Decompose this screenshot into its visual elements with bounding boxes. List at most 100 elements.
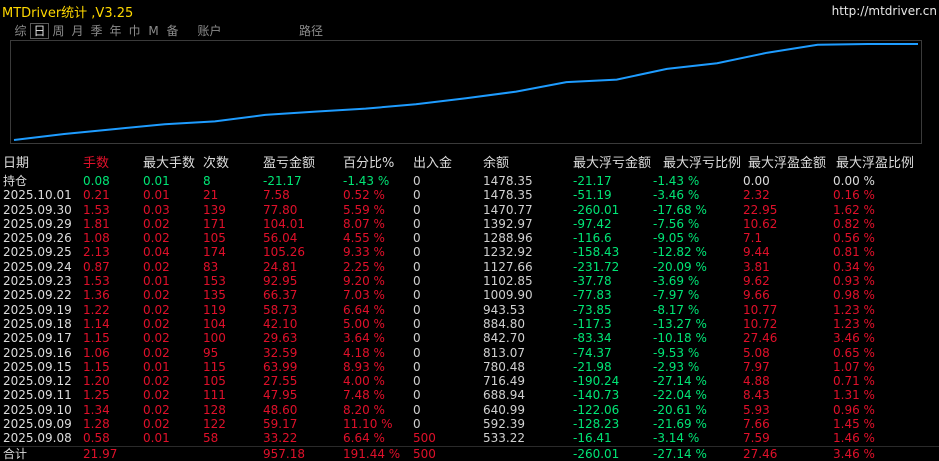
table-row[interactable]: 2025.09.10 1.34 0.02 128 48.60 8.20 % 0 640.99 -… xyxy=(0,403,939,417)
table-row[interactable]: 2025.09.12 1.20 0.02 105 27.55 4.00 % 0 716.49 -… xyxy=(0,374,939,388)
col-pl[interactable]: 盈亏金额 xyxy=(263,157,315,171)
cell-lots: 1.53 xyxy=(83,202,110,217)
daily-stats-table: 日期 手数 最大手数 次数 盈亏金额 百分比% 出入金 余额 最大浮亏金额 最大… xyxy=(0,157,939,461)
table-row[interactable]: 2025.09.23 1.53 0.01 153 92.95 9.20 % 0 1102.85… xyxy=(0,274,939,288)
col-max-float-profit[interactable]: 最大浮盈金额 xyxy=(748,157,826,171)
col-max-float-profit-pct[interactable]: 最大浮盈比例 xyxy=(836,157,914,171)
cell-date: 2025.09.19 xyxy=(3,302,72,317)
cell-fl: -21.98 xyxy=(573,359,612,374)
cell-lots: 1.25 xyxy=(83,388,110,403)
col-max-float-loss-pct[interactable]: 最大浮亏比例 xyxy=(663,157,741,171)
cell-balance: 533.22 xyxy=(483,431,525,446)
app-title: MTDriver统计 ,V3.25 xyxy=(2,6,134,21)
table-row[interactable]: 2025.09.30 1.53 0.03 139 77.80 5.59 % 0 1470.77… xyxy=(0,203,939,217)
table-row[interactable]: 2025.10.01 0.21 0.01 21 7.58 0.52 % 0 1478.35 -5… xyxy=(0,188,939,202)
cell-lots: 1.20 xyxy=(83,374,110,389)
col-balance[interactable]: 余额 xyxy=(483,157,509,171)
col-max-lots[interactable]: 最大手数 xyxy=(143,157,195,171)
col-max-float-loss[interactable]: 最大浮亏金额 xyxy=(573,157,651,171)
cell-count: 95 xyxy=(203,345,219,360)
cell-lots: 1.14 xyxy=(83,316,110,331)
table-row[interactable]: 2025.09.24 0.87 0.02 83 24.81 2.25 % 0 1127.66 -… xyxy=(0,260,939,274)
table-row[interactable]: 2025.09.18 1.14 0.02 104 42.10 5.00 % 0 884.80 -… xyxy=(0,317,939,331)
tab-path[interactable]: 路径 xyxy=(299,23,323,39)
cell-fp: 0.00 xyxy=(743,174,770,188)
tab-9[interactable]: 账户 xyxy=(188,23,231,39)
cell-fl: -83.34 xyxy=(573,331,612,346)
table-header-row: 日期 手数 最大手数 次数 盈亏金额 百分比% 出入金 余额 最大浮亏金额 最大… xyxy=(0,157,939,174)
cell-count: 105 xyxy=(203,231,226,246)
table-row[interactable]: 2025.09.09 1.28 0.02 122 59.17 11.10 % 0 592.39… xyxy=(0,417,939,431)
col-pct[interactable]: 百分比% xyxy=(343,157,394,171)
cell-flp: -17.68 % xyxy=(653,202,707,217)
cell-count: 171 xyxy=(203,216,226,231)
cell-date: 2025.09.10 xyxy=(3,402,72,417)
site-url-link[interactable]: http://mtdriver.cn xyxy=(832,4,937,18)
table-row[interactable]: 2025.09.29 1.81 0.02 171 104.01 8.07 % 0 1392.9… xyxy=(0,217,939,231)
cell-pl: 77.80 xyxy=(263,202,298,217)
tab-7[interactable]: M xyxy=(144,23,163,39)
cell-fp: 7.66 xyxy=(743,417,770,432)
cell-deposit: 0 xyxy=(413,231,421,246)
tab-6[interactable]: 巾 xyxy=(125,23,144,39)
cell-balance: 842.70 xyxy=(483,331,525,346)
col-lots[interactable]: 手数 xyxy=(83,157,109,171)
cell-fl: -97.42 xyxy=(573,216,612,231)
cell-count: 58 xyxy=(203,431,219,446)
table-row[interactable]: 持仓 0.08 0.01 8 -21.17 -1.43 % 0 1478.35 -21.17 -1… xyxy=(0,174,939,188)
table-row[interactable]: 2025.09.26 1.08 0.02 105 56.04 4.55 % 0 1288.96… xyxy=(0,231,939,245)
cell-pl: 7.58 xyxy=(263,188,290,203)
cell-count: 8 xyxy=(203,174,211,188)
cell-pct: 7.03 % xyxy=(343,288,385,303)
cell-flp: -7.56 % xyxy=(653,216,700,231)
table-row[interactable]: 2025.09.22 1.36 0.02 135 66.37 7.03 % 0 1009.90… xyxy=(0,288,939,302)
cell-date: 2025.09.30 xyxy=(3,202,72,217)
tab-1[interactable]: 日 xyxy=(30,23,49,39)
cell-fpp: 1.46 % xyxy=(833,431,875,446)
cell-date: 2025.09.23 xyxy=(3,274,72,289)
col-deposit[interactable]: 出入金 xyxy=(413,157,452,171)
tab-2[interactable]: 周 xyxy=(49,23,68,39)
cell-pct: -1.43 % xyxy=(343,174,390,188)
cell-balance: 1102.85 xyxy=(483,274,533,289)
table-row[interactable]: 2025.09.08 0.58 0.01 58 33.22 6.64 % 500 533.22… xyxy=(0,431,939,445)
cell-pct: 5.59 % xyxy=(343,202,385,217)
cell-fpp: 0.56 % xyxy=(833,231,875,246)
cell-flp: -3.69 % xyxy=(653,274,700,289)
cell-fl: -260.01 xyxy=(573,202,620,217)
cell-date: 2025.09.29 xyxy=(3,216,72,231)
tab-3[interactable]: 月 xyxy=(68,23,87,39)
table-row[interactable]: 2025.09.25 2.13 0.04 174 105.26 9.33 % 0 1232.9… xyxy=(0,245,939,259)
table-row[interactable]: 2025.09.11 1.25 0.02 111 47.95 7.48 % 0 688.94 -… xyxy=(0,388,939,402)
cell-flp: -1.43 % xyxy=(653,174,700,188)
cell-fp: 10.62 xyxy=(743,216,778,231)
cell-date: 2025.09.11 xyxy=(3,388,72,403)
table-row[interactable]: 2025.09.16 1.06 0.02 95 32.59 4.18 % 0 813.07 -7… xyxy=(0,346,939,360)
table-row[interactable]: 2025.09.17 1.15 0.02 100 29.63 3.64 % 0 842.70 -… xyxy=(0,331,939,345)
tab-5[interactable]: 年 xyxy=(106,23,125,39)
tab-0[interactable]: 综 xyxy=(11,23,30,39)
table-body: 持仓 0.08 0.01 8 -21.17 -1.43 % 0 1478.35 -21.17 -1… xyxy=(0,174,939,461)
col-count[interactable]: 次数 xyxy=(203,157,229,171)
cell-count: 139 xyxy=(203,202,226,217)
cell-max_lots: 0.03 xyxy=(143,202,170,217)
cell-fp: 27.46 xyxy=(743,331,778,346)
cell-pct: 2.25 % xyxy=(343,259,385,274)
cell-pct: 0.52 % xyxy=(343,188,385,203)
cell-fp: 7.97 xyxy=(743,359,770,374)
col-date[interactable]: 日期 xyxy=(3,157,29,171)
cell-date: 2025.10.01 xyxy=(3,188,72,203)
cell-max_lots: 0.02 xyxy=(143,402,170,417)
cell-fp: 8.43 xyxy=(743,388,770,403)
table-row[interactable]: 2025.09.19 1.22 0.02 119 58.73 6.64 % 0 943.53 -… xyxy=(0,303,939,317)
cell-pct: 7.48 % xyxy=(343,388,385,403)
cell-pct: 6.64 % xyxy=(343,302,385,317)
cell-deposit: 0 xyxy=(413,388,421,403)
cell-fpp: 3.46 % xyxy=(833,331,875,346)
cell-flp: -9.53 % xyxy=(653,345,700,360)
tab-4[interactable]: 季 xyxy=(87,23,106,39)
balance-curve-svg: 2025.09.08 2025.10.01 xyxy=(10,40,922,144)
cell-fl: -116.6 xyxy=(573,231,612,246)
table-row[interactable]: 2025.09.15 1.15 0.01 115 63.99 8.93 % 0 780.48 -… xyxy=(0,360,939,374)
tab-8[interactable]: 备 xyxy=(163,23,182,39)
